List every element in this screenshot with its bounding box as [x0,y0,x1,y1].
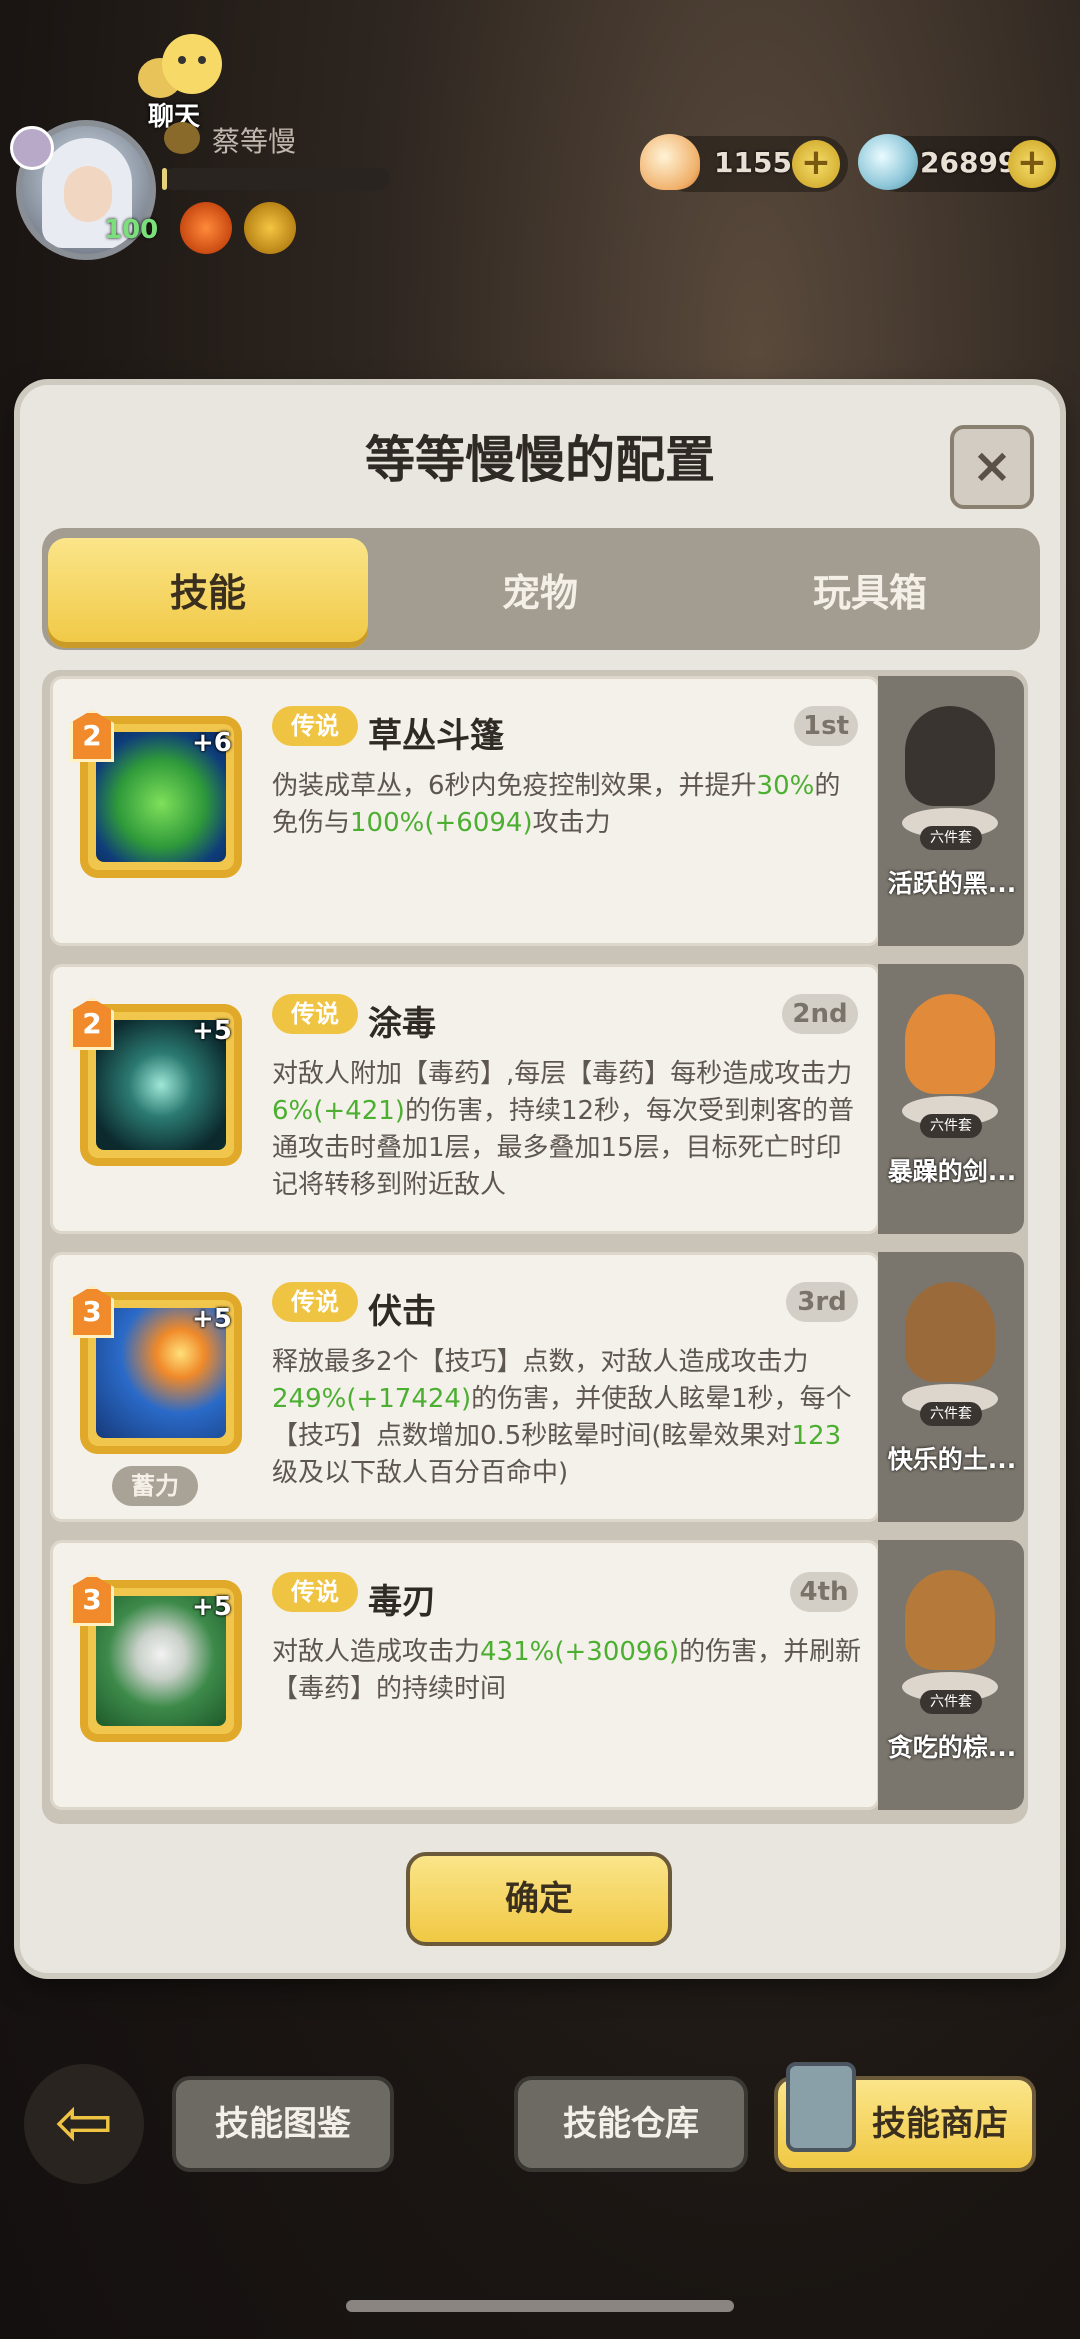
event-icon[interactable] [180,202,232,254]
rarity-tag: 传说 [272,994,358,1034]
tab-pets[interactable]: 宠物 [380,538,700,648]
skill-name: 伏击 [368,1292,436,1332]
avatar-frame-badge [10,126,54,170]
owl-pet-icon [905,1282,995,1382]
skill-plus-badge: +5 [192,1592,232,1622]
skill-slot-rank: 4th [790,1572,858,1612]
pet-set-tag: 六件套 [920,1114,982,1138]
pet-name: 暴躁的剑... [887,1157,1017,1186]
xp-bar-fill [162,168,167,190]
pet-name: 贪吃的棕... [887,1733,1017,1762]
skill-plus-badge: +6 [192,728,232,758]
skill-name: 毒刃 [368,1582,436,1622]
player-level: 100 [104,215,159,245]
skill-slot-rank: 3rd [786,1282,858,1322]
skill-description: 对敌人造成攻击力431%(+30096)的伤害，并刷新【毒药】的持续时间 [272,1637,862,1704]
rarity-tag: 传说 [272,1282,358,1322]
back-arrow-icon[interactable]: ⇦ [24,2064,144,2184]
skill-slot-rank: 2nd [782,994,858,1034]
player-name-icon [164,122,200,154]
skill-plus-badge: +5 [192,1016,232,1046]
rarity-tag: 传说 [272,1572,358,1612]
gem-icon [858,134,918,190]
shell-count: 1155 [714,146,792,179]
black-boar-pet-icon [905,706,995,806]
player-name: 蔡等慢 [212,125,297,158]
skill-description: 对敌人附加【毒药】,每层【毒药】每秒造成攻击力6%(+421)的伤害，持续12秒… [272,1059,855,1200]
pet-set-tag: 六件套 [920,1690,982,1714]
add-shell-button[interactable]: + [792,140,840,188]
shell-icon [640,134,700,190]
dialog-title: 等等慢慢的配置 [365,431,715,489]
skill-name: 涂毒 [368,1004,436,1044]
pet-name: 活跃的黑... [887,869,1017,898]
skill-description: 释放最多2个【技巧】点数，对敌人造成攻击力249%(+17424)的伤害，并使敌… [272,1347,852,1488]
skill-codex-button[interactable]: 技能图鉴 [172,2076,394,2172]
add-gem-button[interactable]: + [1008,140,1056,188]
pet-set-tag: 六件套 [920,1402,982,1426]
home-indicator[interactable] [346,2300,734,2312]
gem-count: 26899 [920,146,1018,179]
fox-pet-icon [905,994,995,1094]
tab-skills[interactable]: 技能 [48,538,368,648]
pet-set-tag: 六件套 [920,826,982,850]
confirm-button[interactable]: 确定 [406,1852,672,1946]
skill-plus-badge: +5 [192,1304,232,1334]
skill-slot-rank: 1st [794,706,858,746]
tab-toybox[interactable]: 玩具箱 [710,538,1030,648]
xp-bar [162,168,390,190]
charge-label: 蓄力 [112,1466,198,1506]
skill-description: 伪装成草丛，6秒内免疫控制效果，并提升30%的免伤与100%(+6094)攻击力 [272,771,841,838]
pet-name: 快乐的土... [887,1445,1017,1474]
bonus-icon[interactable] [244,202,296,254]
bear-pet-icon [905,1570,995,1670]
skill-storage-button[interactable]: 技能仓库 [514,2076,748,2172]
skill-name: 草丛斗篷 [368,716,504,756]
rarity-tag: 传说 [272,706,358,746]
shop-sign-icon [786,2062,856,2152]
close-button[interactable]: × [950,425,1034,509]
